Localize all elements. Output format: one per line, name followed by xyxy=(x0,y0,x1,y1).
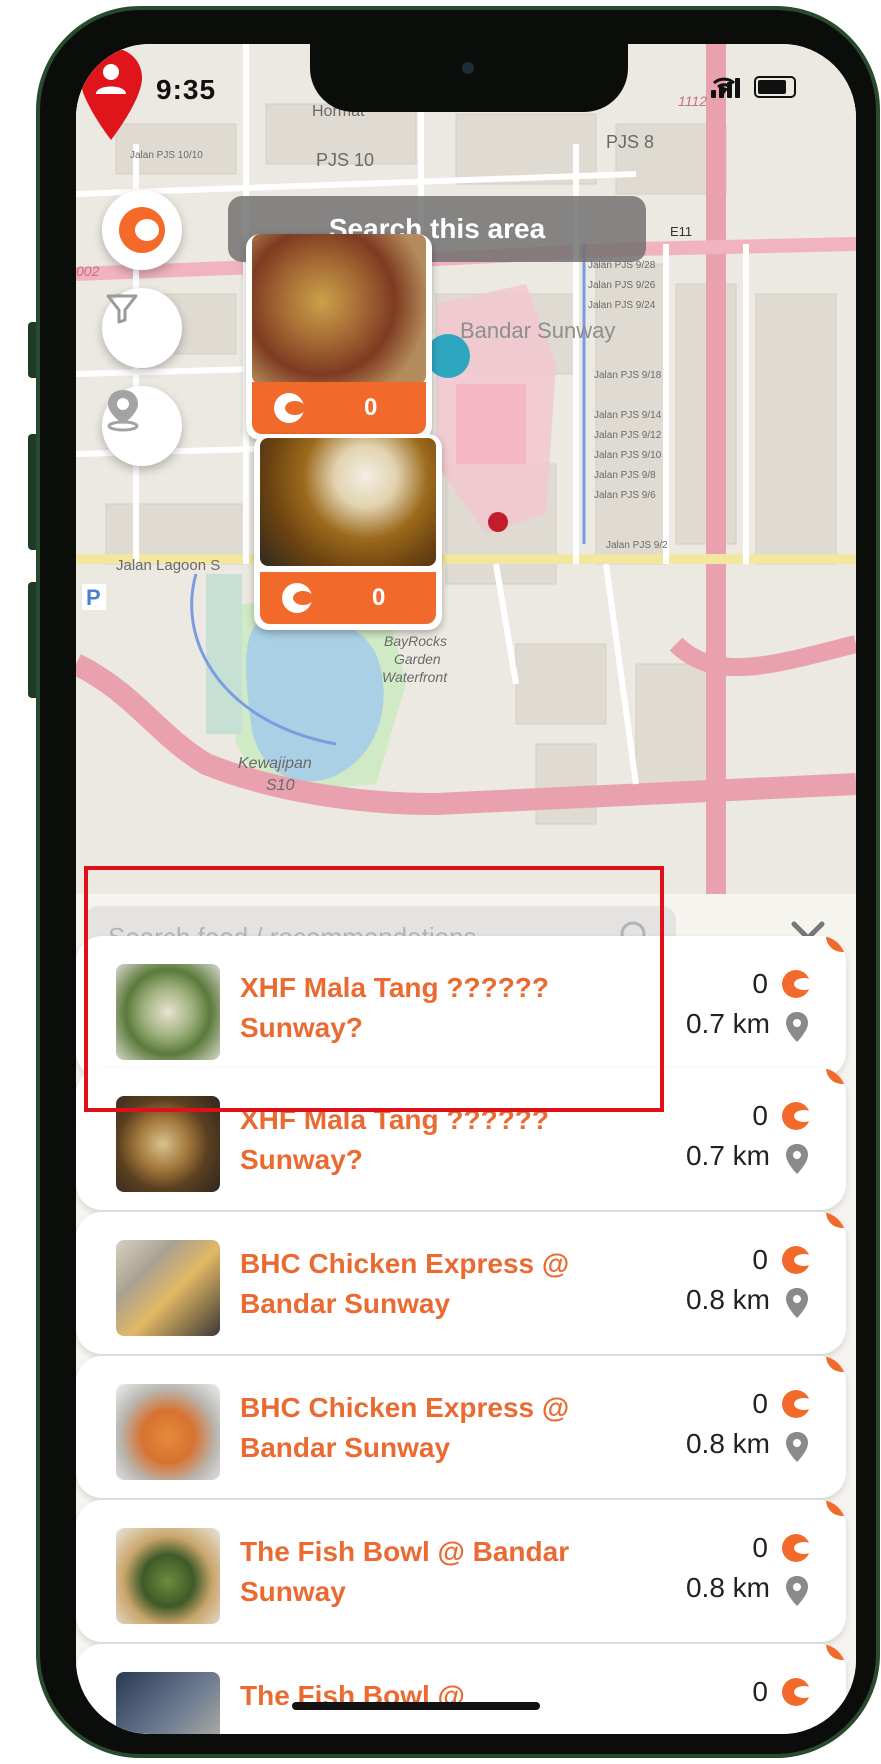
list-item[interactable]: BHC Chicken Express @ Bandar Sunway 0 0.… xyxy=(76,1356,846,1498)
svg-text:Jalan PJS 9/26: Jalan PJS 9/26 xyxy=(588,280,656,291)
logo-c-icon xyxy=(782,1534,814,1562)
app-logo-button[interactable] xyxy=(102,190,182,270)
battery-icon xyxy=(754,76,796,98)
svg-text:P: P xyxy=(86,585,101,610)
location-pin-icon xyxy=(786,1012,808,1042)
recommend-count: 0 xyxy=(752,1100,768,1131)
distance: 0.8 km xyxy=(685,1284,770,1315)
recommend-count: 0 xyxy=(752,1676,768,1707)
svg-text:BayRocks: BayRocks xyxy=(384,633,447,649)
location-icon xyxy=(107,390,139,432)
svg-text:PJS 10: PJS 10 xyxy=(316,150,374,170)
svg-text:Jalan PJS 9/2: Jalan PJS 9/2 xyxy=(606,540,668,551)
svg-text:Bandar Sunway: Bandar Sunway xyxy=(460,318,615,343)
svg-text:Waterfront: Waterfront xyxy=(382,669,448,685)
filter-icon xyxy=(106,294,138,324)
location-pin-icon xyxy=(786,1432,808,1462)
restaurant-name: The Fish Bowl @ xyxy=(240,1680,465,1711)
logo-c-icon xyxy=(782,1390,814,1418)
svg-text:Jalan PJS 10/10: Jalan PJS 10/10 xyxy=(130,150,203,161)
restaurant-name: BHC Chicken Express @ Bandar Sunway xyxy=(240,1248,570,1319)
restaurant-name: XHF Mala Tang ?????? Sunway? xyxy=(240,1104,550,1175)
map-food-card[interactable]: 0 xyxy=(246,234,432,440)
svg-text:PJS 8: PJS 8 xyxy=(606,132,654,152)
distance: 0.7 km xyxy=(685,1140,770,1171)
svg-text:002: 002 xyxy=(76,263,100,279)
map-food-card[interactable]: 0 xyxy=(254,434,442,630)
svg-text:S10: S10 xyxy=(266,777,295,794)
svg-text:Jalan PJS 9/10: Jalan PJS 9/10 xyxy=(594,450,662,461)
svg-text:Garden: Garden xyxy=(394,651,441,667)
logo-c-icon xyxy=(782,1246,814,1274)
logo-c-icon xyxy=(119,207,165,253)
logo-c-icon xyxy=(282,583,313,613)
food-thumbnail xyxy=(116,1528,220,1624)
location-pin-icon xyxy=(786,1288,808,1318)
list-item[interactable]: BHC Chicken Express @ Bandar Sunway 0 0.… xyxy=(76,1212,846,1354)
svg-text:Jalan PJS 9/14: Jalan PJS 9/14 xyxy=(594,410,662,421)
status-time: 9:35 xyxy=(156,74,217,105)
food-thumbnail xyxy=(116,1672,220,1734)
wifi-icon xyxy=(713,77,735,94)
svg-text:Kewajipan: Kewajipan xyxy=(238,755,312,772)
list-item[interactable]: The Fish Bowl @ 0 xyxy=(76,1644,846,1734)
logo-c-icon xyxy=(782,1678,814,1706)
food-thumbnail xyxy=(116,1240,220,1336)
card-count: 0 xyxy=(372,584,386,611)
svg-text:Jalan Lagoon S: Jalan Lagoon S xyxy=(116,557,220,574)
card-count: 0 xyxy=(364,394,378,421)
svg-text:Jalan PJS 9/8: Jalan PJS 9/8 xyxy=(594,470,656,481)
location-pin-icon xyxy=(786,1144,808,1174)
highlight-box xyxy=(84,866,664,1112)
filter-button[interactable] xyxy=(102,288,182,368)
distance: 0.8 km xyxy=(685,1428,770,1459)
restaurant-name: The Fish Bowl @ Bandar Sunway xyxy=(240,1536,570,1607)
recommend-count: 0 xyxy=(752,968,768,999)
svg-text:Jalan PJS 9/24: Jalan PJS 9/24 xyxy=(588,300,656,311)
map-view[interactable]: P Hormat PJS 10 PJS 8 E11 Jalan Lagoon S… xyxy=(76,44,856,894)
distance: 0.8 km xyxy=(685,1572,770,1603)
camera-notch xyxy=(310,44,628,112)
status-icons xyxy=(711,76,796,98)
my-location-button[interactable] xyxy=(102,386,182,466)
recommend-count: 0 xyxy=(752,1388,768,1419)
svg-text:E11: E11 xyxy=(670,224,692,239)
logo-c-icon xyxy=(782,970,814,998)
logo-c-icon xyxy=(782,1102,814,1130)
distance: 0.7 km xyxy=(685,1008,770,1039)
list-item[interactable]: The Fish Bowl @ Bandar Sunway 0 0.8 km xyxy=(76,1500,846,1642)
user-location-pin-icon xyxy=(80,48,142,140)
location-pin-icon xyxy=(786,1576,808,1606)
home-indicator[interactable] xyxy=(292,1702,540,1710)
restaurant-name: BHC Chicken Express @ Bandar Sunway xyxy=(240,1392,570,1463)
food-photo xyxy=(252,234,426,384)
food-thumbnail xyxy=(116,1384,220,1480)
svg-text:Jalan PJS 9/6: Jalan PJS 9/6 xyxy=(594,490,656,501)
svg-text:1112: 1112 xyxy=(678,93,707,109)
logo-c-icon xyxy=(274,393,305,423)
food-photo xyxy=(260,438,436,566)
recommend-count: 0 xyxy=(752,1532,768,1563)
svg-text:Jalan PJS 9/12: Jalan PJS 9/12 xyxy=(594,430,662,441)
svg-text:Jalan PJS 9/18: Jalan PJS 9/18 xyxy=(594,370,662,381)
recommend-count: 0 xyxy=(752,1244,768,1275)
